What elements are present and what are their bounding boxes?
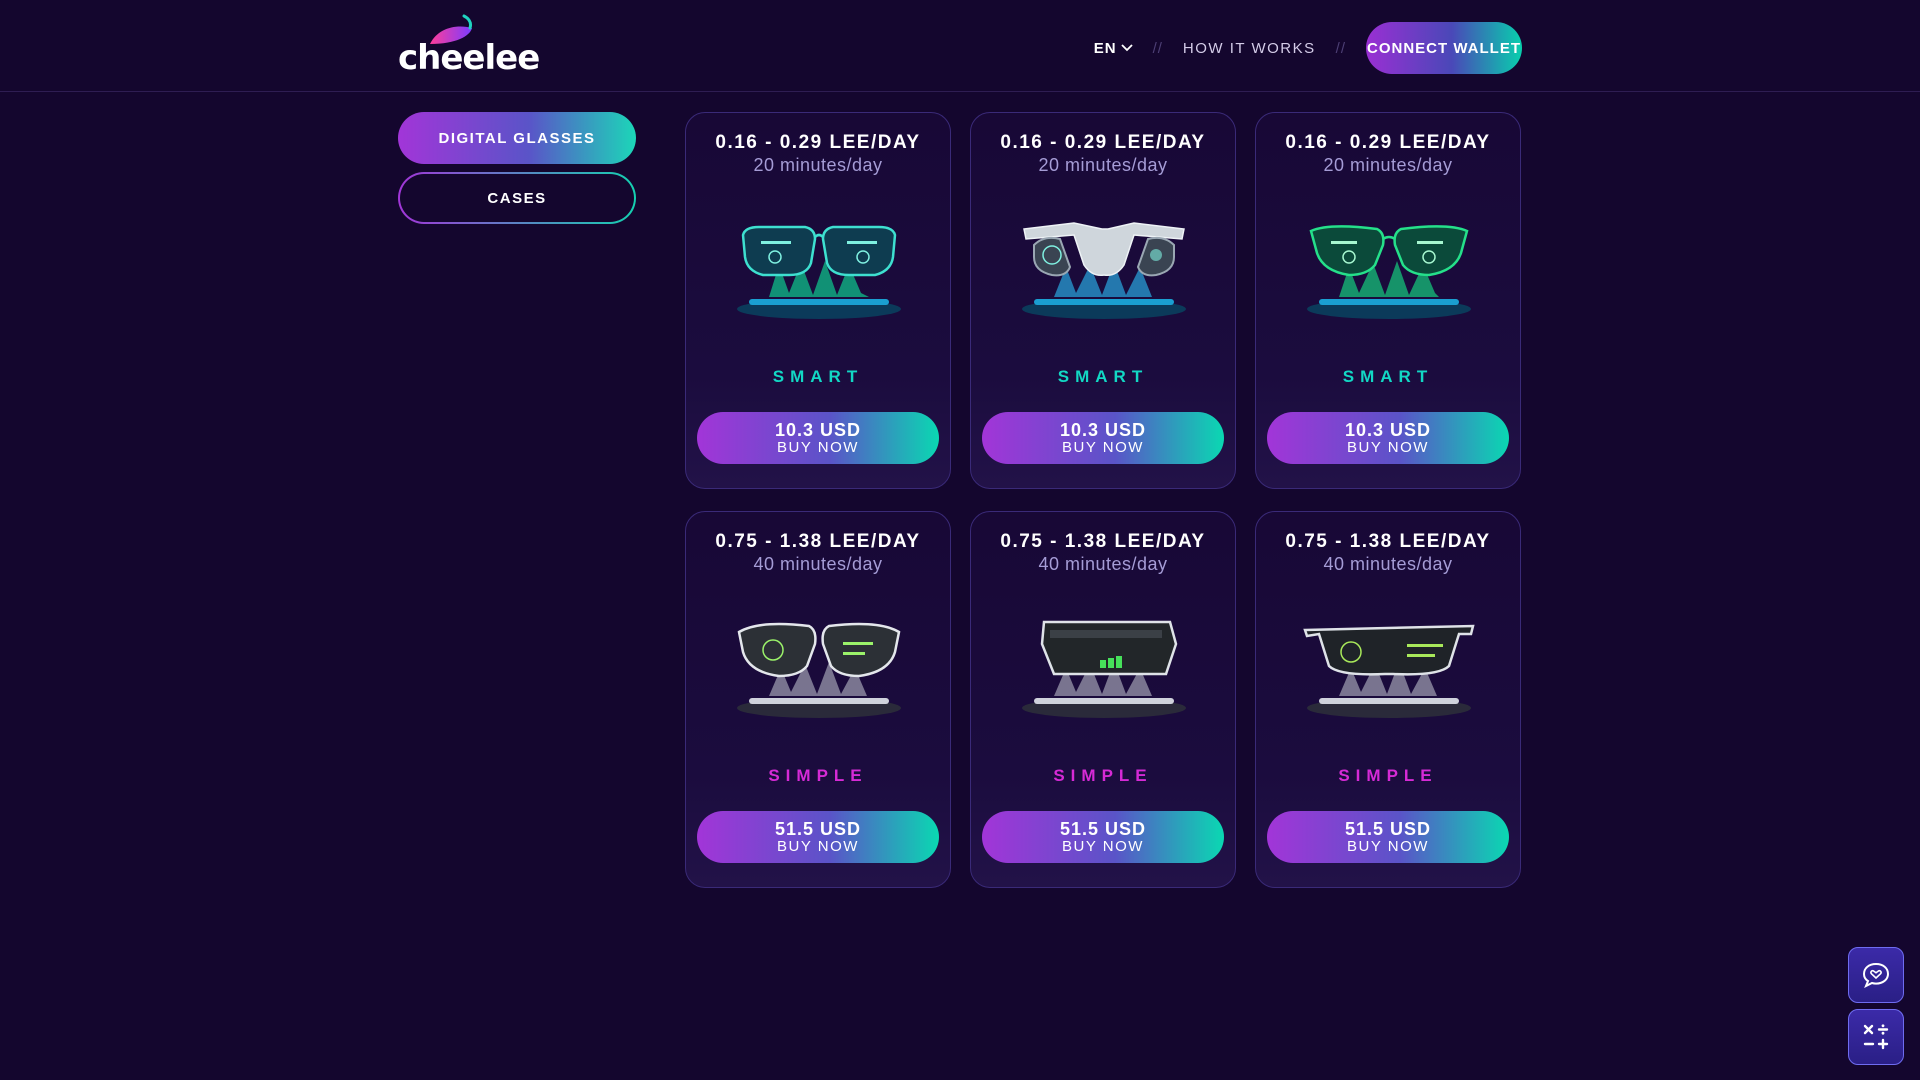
nav-separator: // [1152,39,1163,57]
tier-badge-smart: SMART [1342,367,1434,386]
product-card[interactable]: 0.16 - 0.29 LEE/DAY 20 minutes/day SMART… [1255,112,1521,489]
chevron-down-icon [1120,44,1133,52]
smart-glasses-image [1022,222,1186,319]
simple-glasses-image [737,622,901,718]
buy-label: BUY NOW [1062,438,1144,456]
language-label: EN [1093,39,1117,57]
simple-glasses-image [1303,624,1475,718]
daily-time: 40 minutes/day [1038,554,1168,574]
nav-separator: // [1335,39,1346,57]
top-nav: EN // HOW IT WORKS // CONNECT WALLET [1094,22,1522,74]
daily-time: 20 minutes/day [753,155,883,175]
buy-label: BUY NOW [1347,837,1429,855]
buy-now-button[interactable]: 51.5 USD BUY NOW [982,811,1224,863]
earning-rate: 0.75 - 1.38 LEE/DAY [1000,531,1206,552]
buy-label: BUY NOW [1062,837,1144,855]
buy-label: BUY NOW [777,438,859,456]
smart-glasses-image [737,225,901,319]
category-sidebar: DIGITAL GLASSES CASES [398,112,638,232]
category-digital-glasses[interactable]: DIGITAL GLASSES [398,112,636,164]
buy-now-button[interactable]: 10.3 USD BUY NOW [982,412,1224,464]
product-card[interactable]: 0.75 - 1.38 LEE/DAY 40 minutes/day SIMPL… [685,511,951,888]
earning-rate: 0.16 - 0.29 LEE/DAY [715,132,921,153]
buy-now-button[interactable]: 51.5 USD BUY NOW [697,811,939,863]
price: 10.3 USD [1344,419,1432,440]
product-card[interactable]: 0.16 - 0.29 LEE/DAY 20 minutes/day SMART… [970,112,1236,489]
how-it-works-link[interactable]: HOW IT WORKS [1183,40,1316,57]
daily-time: 40 minutes/day [753,554,883,574]
price: 10.3 USD [774,419,862,440]
product-grid: 0.16 - 0.29 LEE/DAY 20 minutes/day SMART… [685,112,1521,888]
buy-label: BUY NOW [777,837,859,855]
calculator-icon [1863,1024,1889,1050]
daily-time: 20 minutes/day [1038,155,1168,175]
product-card[interactable]: 0.75 - 1.38 LEE/DAY 40 minutes/day SIMPL… [1255,511,1521,888]
earning-rate: 0.75 - 1.38 LEE/DAY [1285,531,1491,552]
product-card[interactable]: 0.16 - 0.29 LEE/DAY 20 minutes/day SMART… [685,112,951,489]
earning-rate: 0.16 - 0.29 LEE/DAY [1285,132,1491,153]
tier-badge-smart: SMART [1057,367,1149,386]
buy-now-button[interactable]: 10.3 USD BUY NOW [697,412,939,464]
daily-time: 40 minutes/day [1323,554,1453,574]
cheelee-logo[interactable]: cheelee [398,14,540,78]
product-card[interactable]: 0.75 - 1.38 LEE/DAY 40 minutes/day SIMPL… [970,511,1236,888]
earning-rate: 0.16 - 0.29 LEE/DAY [1000,132,1206,153]
calculator-button[interactable] [1848,1009,1904,1065]
buy-now-button[interactable]: 10.3 USD BUY NOW [1267,412,1509,464]
top-header: cheelee EN // HOW IT WORKS // CONNECT WA… [0,0,1920,92]
price: 51.5 USD [774,818,862,839]
price: 51.5 USD [1344,818,1432,839]
category-cases[interactable]: CASES [398,172,636,224]
price: 10.3 USD [1059,419,1147,440]
logo-wordmark: cheelee [398,38,540,78]
buy-now-button[interactable]: 51.5 USD BUY NOW [1267,811,1509,863]
chat-heart-icon [1862,962,1890,988]
price: 51.5 USD [1059,818,1147,839]
tier-badge-simple: SIMPLE [1338,766,1438,785]
language-selector[interactable]: EN [1094,40,1133,57]
tier-badge-simple: SIMPLE [768,766,868,785]
tier-badge-smart: SMART [772,367,864,386]
earning-rate: 0.75 - 1.38 LEE/DAY [715,531,921,552]
connect-wallet-button[interactable]: CONNECT WALLET [1366,22,1522,74]
daily-time: 20 minutes/day [1323,155,1453,175]
chat-button[interactable] [1848,947,1904,1003]
buy-label: BUY NOW [1347,438,1429,456]
tier-badge-simple: SIMPLE [1053,766,1153,785]
simple-glasses-image [1022,620,1186,718]
smart-glasses-image [1307,225,1471,319]
